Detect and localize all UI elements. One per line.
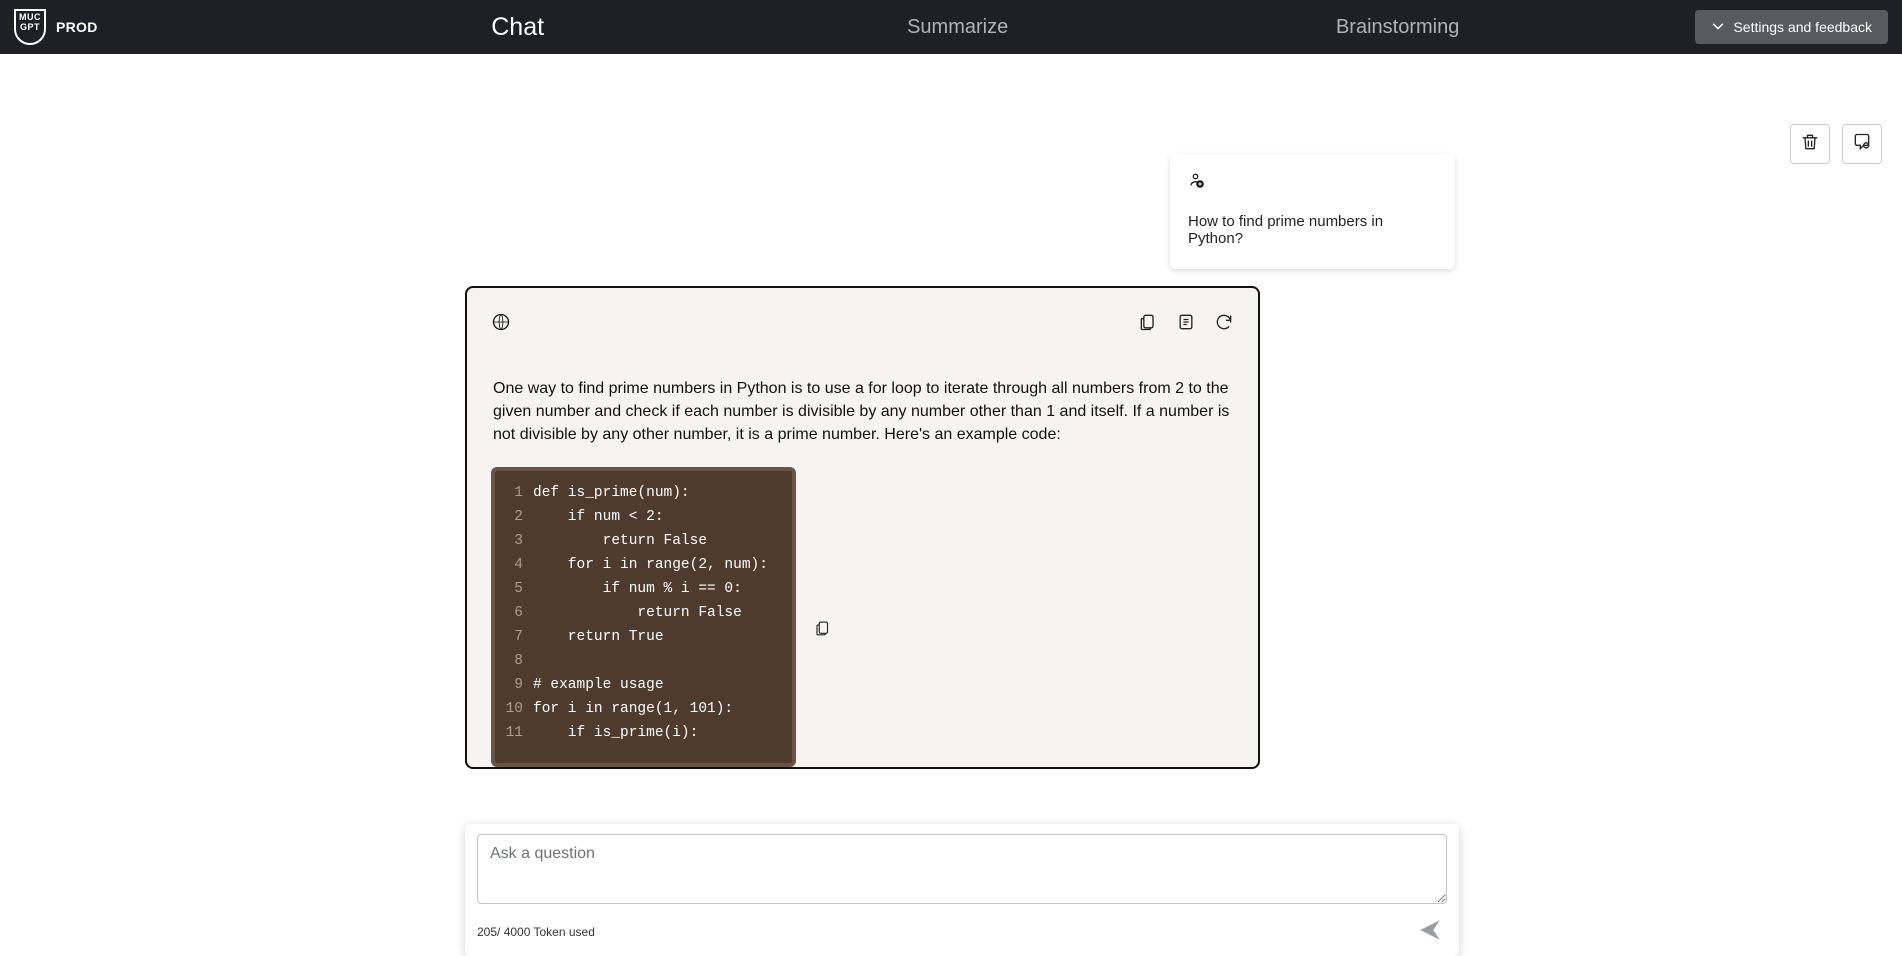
conversation-settings-button[interactable] <box>1842 124 1882 164</box>
tab-brainstorming[interactable]: Brainstorming <box>1178 0 1618 54</box>
question-input[interactable] <box>477 834 1447 904</box>
code-block-wrapper: 1def is_prime(num): 2 if num < 2: 3 retu… <box>491 467 796 767</box>
send-icon <box>1417 931 1443 946</box>
copy-code-icon <box>814 624 832 641</box>
code-line: 2 if num < 2: <box>501 505 782 529</box>
code-line: 11 if is_prime(i): <box>501 721 782 745</box>
assistant-message-card: One way to find prime numbers in Python … <box>465 286 1260 769</box>
user-message-bubble: How to find prime numbers in Python? <box>1170 154 1455 269</box>
tab-summarize[interactable]: Summarize <box>738 0 1178 54</box>
logo-text-line1: MUC <box>19 12 41 22</box>
code-line: 6 return False <box>501 601 782 625</box>
nav-tabs: Chat Summarize Brainstorming <box>298 0 1696 54</box>
code-line: 4 for i in range(2, num): <box>501 553 782 577</box>
code-line: 9# example usage <box>501 673 782 697</box>
assistant-answer-text: One way to find prime numbers in Python … <box>491 377 1234 447</box>
code-line: 5 if num % i == 0: <box>501 577 782 601</box>
input-panel: 205/ 4000 Token used <box>465 824 1459 956</box>
app-logo: MUC GPT <box>14 9 46 45</box>
assistant-logo-icon <box>491 312 511 337</box>
env-label: PROD <box>56 19 98 35</box>
refresh-icon <box>1214 312 1234 337</box>
chat-gear-icon <box>1852 132 1872 157</box>
format-answer-button[interactable] <box>1176 312 1196 337</box>
user-avatar-icon <box>1188 172 1437 195</box>
app-header: MUC GPT PROD Chat Summarize Brainstormin… <box>0 0 1902 54</box>
settings-button-label: Settings and feedback <box>1733 19 1872 35</box>
format-icon <box>1176 312 1196 337</box>
tab-chat[interactable]: Chat <box>298 0 738 54</box>
code-block: 1def is_prime(num): 2 if num < 2: 3 retu… <box>491 467 796 767</box>
copy-answer-button[interactable] <box>1138 312 1158 337</box>
code-line: 10for i in range(1, 101): <box>501 697 782 721</box>
chevron-down-icon <box>1711 19 1725 36</box>
copy-icon <box>1138 312 1158 337</box>
token-usage-label: 205/ 4000 Token used <box>477 925 595 939</box>
code-line: 3 return False <box>501 529 782 553</box>
main-area: How to find prime numbers in Python? <box>0 54 1902 926</box>
settings-feedback-button[interactable]: Settings and feedback <box>1695 10 1888 44</box>
code-line: 8 <box>501 649 782 673</box>
regenerate-button[interactable] <box>1214 312 1234 337</box>
user-message-text: How to find prime numbers in Python? <box>1188 213 1437 247</box>
code-line: 7 return True <box>501 625 782 649</box>
copy-code-button[interactable] <box>814 619 832 642</box>
assistant-header <box>491 312 1234 337</box>
trash-icon <box>1800 132 1820 157</box>
logo-text-line2: GPT <box>20 22 40 32</box>
send-button[interactable] <box>1413 913 1447 950</box>
top-actions <box>1790 124 1882 164</box>
assistant-actions <box>1138 312 1234 337</box>
delete-chat-button[interactable] <box>1790 124 1830 164</box>
input-footer: 205/ 4000 Token used <box>477 913 1447 950</box>
code-line: 1def is_prime(num): <box>501 481 782 505</box>
